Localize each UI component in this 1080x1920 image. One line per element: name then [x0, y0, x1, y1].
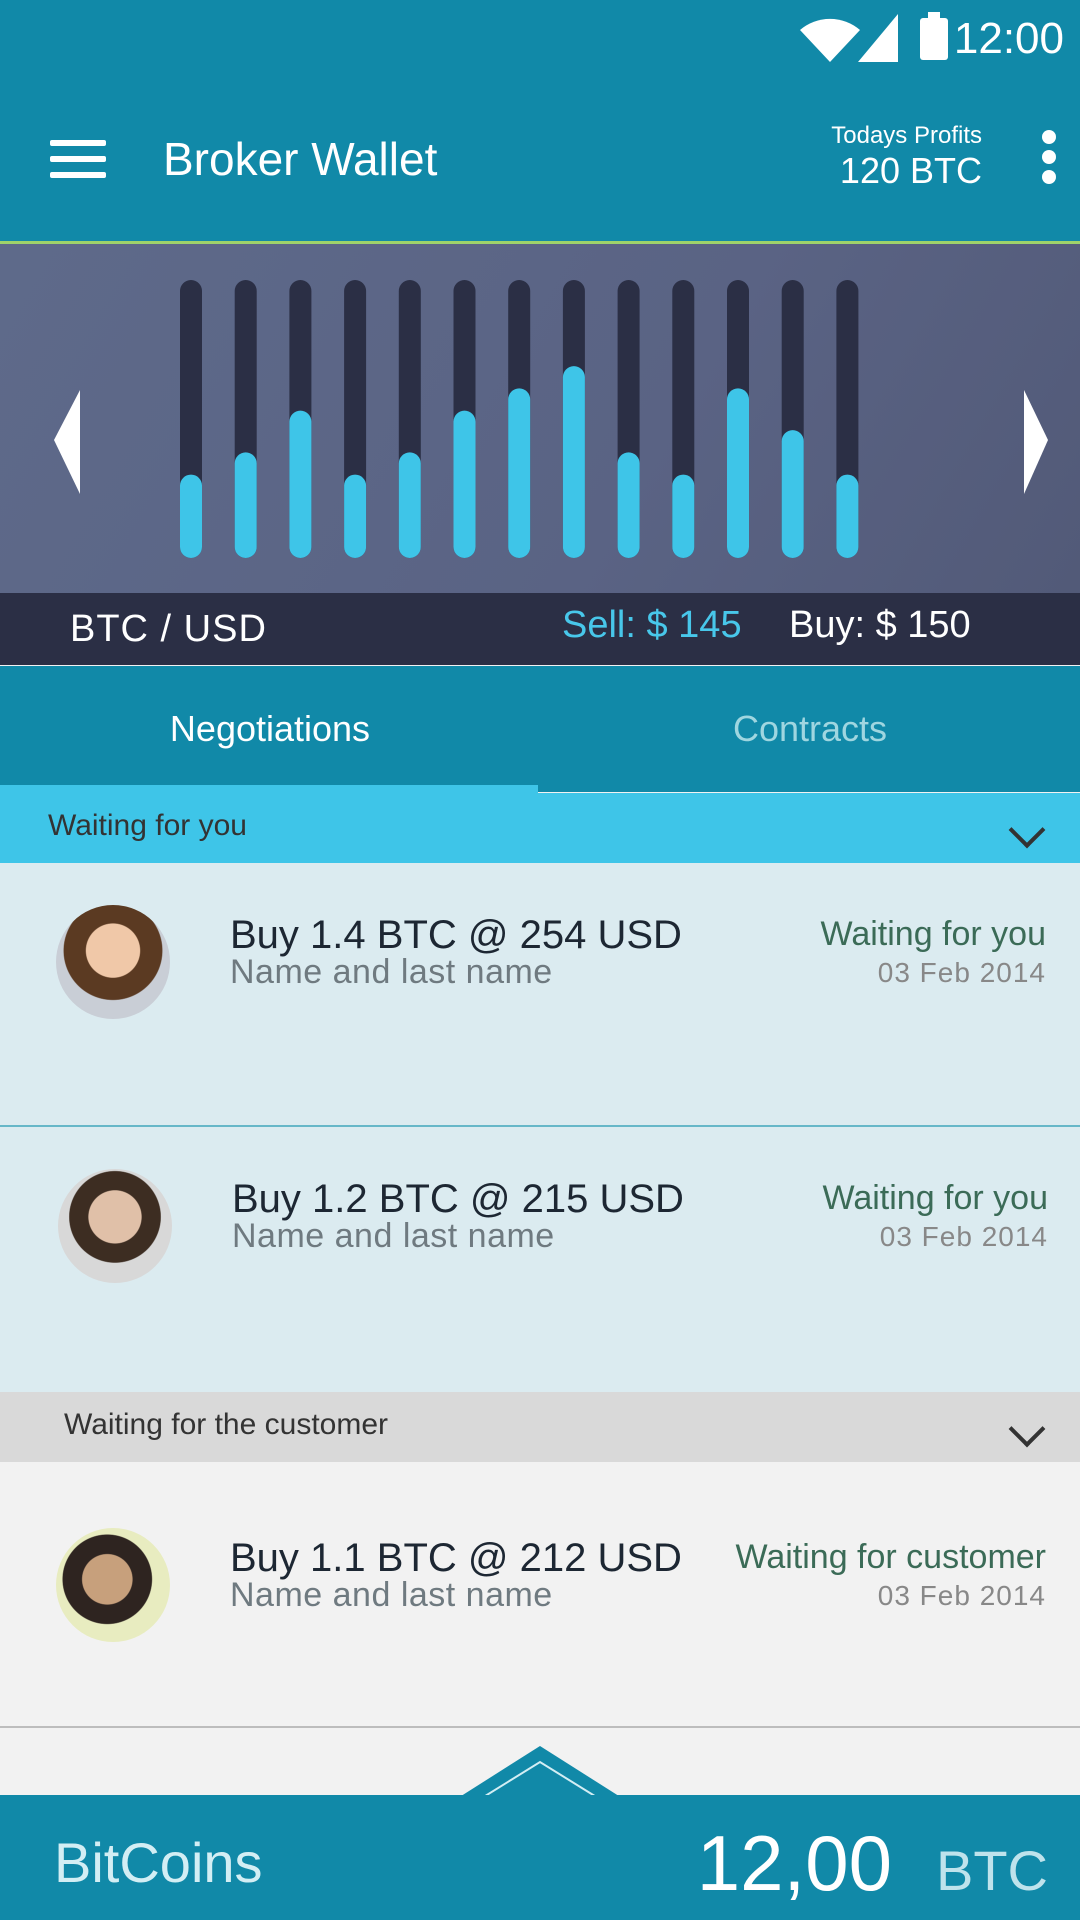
- bar-13: [836, 474, 859, 558]
- bar-12: [781, 430, 804, 558]
- bar-9: [617, 452, 640, 558]
- bar-5: [398, 452, 421, 558]
- avatar: [58, 1169, 172, 1283]
- bar-1: [180, 474, 202, 558]
- bar-3: [289, 410, 312, 558]
- todays-profits-label: Todays Profits: [831, 122, 982, 149]
- price-chart: [0, 244, 1080, 593]
- row-subtitle: Name and last name: [232, 1217, 555, 1255]
- row-date: 03 Feb 2014: [877, 957, 1046, 988]
- menu-icon[interactable]: [50, 140, 106, 180]
- arrow-right-icon[interactable]: [1024, 390, 1048, 494]
- balance-label: BitCoins: [54, 1831, 263, 1894]
- section-header-waiting-for-you[interactable]: Waiting for you: [0, 793, 1080, 863]
- buy-price: Buy: $ 150: [789, 604, 971, 646]
- tab-indicator: [0, 785, 538, 793]
- balance-unit: BTC: [936, 1839, 1048, 1902]
- signal-icon: [858, 14, 898, 62]
- list-item[interactable]: Buy 1.1 BTC @ 212 USD Name and last name…: [0, 1462, 1080, 1728]
- bar-10: [672, 474, 695, 558]
- row-title: Buy 1.4 BTC @ 254 USD: [230, 913, 682, 957]
- row-date: 03 Feb 2014: [879, 1221, 1048, 1252]
- currency-pair: BTC / USD: [70, 608, 267, 650]
- wifi-icon: [800, 18, 860, 62]
- more-vert-icon[interactable]: [1042, 130, 1056, 184]
- bar-8: [562, 366, 585, 558]
- tab-contracts[interactable]: Contracts: [540, 708, 1080, 750]
- bar-4: [344, 474, 367, 558]
- tab-negotiations[interactable]: Negotiations: [0, 708, 540, 750]
- row-subtitle: Name and last name: [230, 953, 553, 991]
- section-label: Waiting for the customer: [64, 1408, 389, 1441]
- row-status: Waiting for you: [820, 915, 1047, 953]
- chevron-down-icon: [1008, 1410, 1046, 1448]
- battery-cap: [928, 12, 940, 18]
- chevron-down-icon: [1008, 811, 1046, 849]
- sell-price: Sell: $ 145: [562, 604, 742, 646]
- row-status: Waiting for customer: [735, 1538, 1047, 1576]
- bar-2: [234, 452, 257, 558]
- row-status: Waiting for you: [822, 1179, 1049, 1217]
- bar-chart-svg: [54, 280, 1048, 558]
- status-icons: [800, 14, 898, 62]
- status-time: 12:00: [953, 14, 1064, 63]
- section-label: Waiting for you: [48, 809, 247, 842]
- bar-6: [453, 410, 476, 558]
- app-title: Broker Wallet: [163, 133, 438, 185]
- list-item[interactable]: Buy 1.2 BTC @ 215 USD Name and last name…: [0, 1127, 1080, 1392]
- expand-up-icon[interactable]: [458, 1744, 622, 1798]
- bar-11: [727, 388, 749, 558]
- avatar: [56, 905, 170, 1019]
- list-item[interactable]: Buy 1.4 BTC @ 254 USD Name and last name…: [0, 863, 1080, 1127]
- bar-7: [508, 388, 531, 558]
- battery-icon: [920, 18, 948, 60]
- row-subtitle: Name and last name: [230, 1576, 553, 1614]
- row-title: Buy 1.1 BTC @ 212 USD: [230, 1536, 682, 1580]
- balance-amount: 12,00: [696, 1819, 892, 1907]
- todays-profits-value: 120 BTC: [839, 150, 982, 191]
- row-date: 03 Feb 2014: [877, 1580, 1046, 1611]
- section-header-waiting-for-customer[interactable]: Waiting for the customer: [0, 1392, 1080, 1462]
- avatar: [56, 1528, 170, 1642]
- arrow-left-icon[interactable]: [54, 390, 80, 494]
- row-title: Buy 1.2 BTC @ 215 USD: [232, 1177, 684, 1221]
